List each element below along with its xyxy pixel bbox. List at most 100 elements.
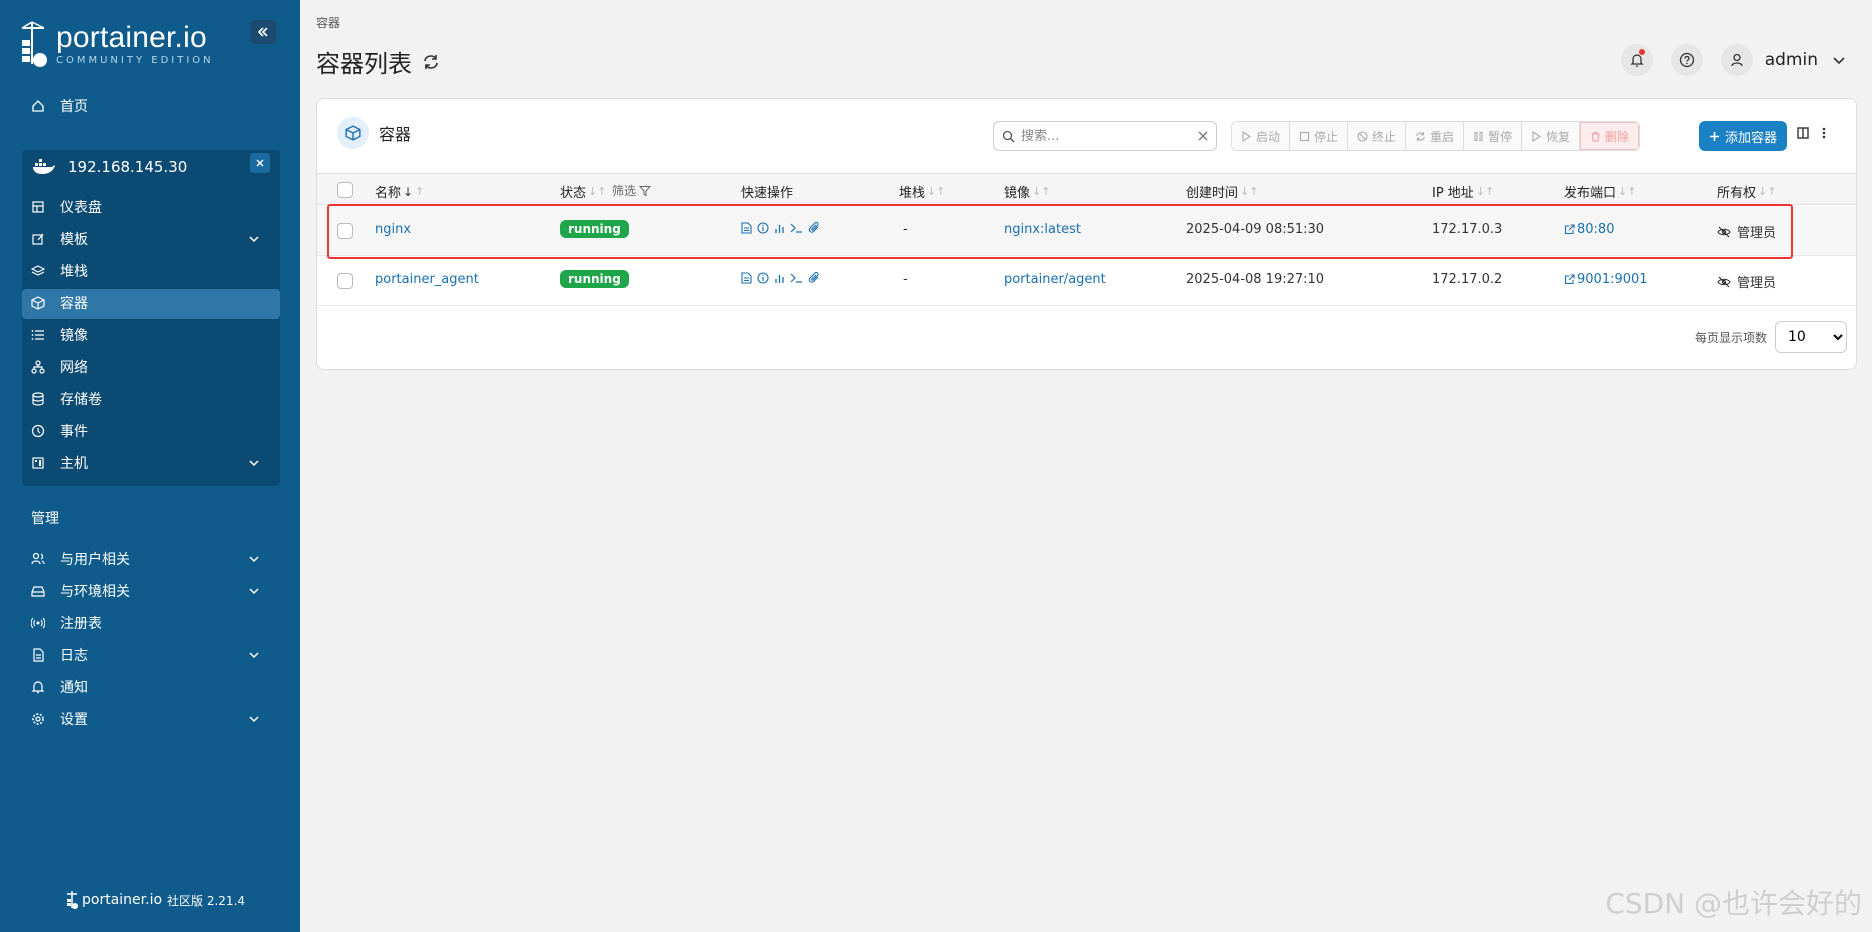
environment-header[interactable]: 192.168.145.30 [32,152,187,182]
docker-icon [32,158,56,176]
footer-version: 社区版 2.21.4 [167,893,246,908]
brand-name: portainer.io [56,20,207,54]
sidebar-item-home[interactable]: 首页 [30,92,88,120]
search-input[interactable] [1021,128,1198,144]
header-state[interactable]: 状态 ↓↑ [560,182,606,201]
sidebar-item-label: 通知 [60,680,88,696]
table-header: 名称 ↓ ↑ 状态 ↓↑ 筛选 快速操作 堆栈 ↓↑ 镜像 ↓↑ 创建时间 ↓↑ IP 地址… [317,173,1856,205]
portainer-logo[interactable]: portainer.io COMMUNITY EDITION [18,20,214,68]
sidebar-item-templates[interactable]: 模板 [30,225,259,253]
help-button[interactable] [1670,44,1703,76]
sidebar-footer: portainer.io 社区版 2.21.4 [66,890,245,910]
start-button[interactable]: 启动 [1232,122,1291,150]
sidebar-item-label: 设置 [60,712,88,728]
add-container-button[interactable]: 添加容器 [1699,121,1787,151]
sidebar-item-dashboard[interactable]: 仪表盘 [30,193,102,221]
sidebar-item-networks[interactable]: 网络 [30,353,88,381]
user-avatar[interactable] [1720,44,1753,76]
restart-button[interactable]: 重启 [1406,122,1465,150]
chevron-down-icon[interactable] [1832,53,1846,67]
sidebar-item-label: 容器 [60,296,88,312]
bell-icon [30,679,46,695]
kill-button[interactable]: 终止 [1348,122,1407,150]
sidebar-item-images[interactable]: 镜像 [30,321,88,349]
sidebar-item-notifications[interactable]: 通知 [30,673,88,701]
sidebar-item-users[interactable]: 与用户相关 [30,545,259,573]
image-link[interactable]: portainer/agent [1004,272,1106,287]
sidebar-item-label: 注册表 [60,616,102,632]
stop-button[interactable]: 停止 [1290,122,1349,150]
container-name-link[interactable]: portainer_agent [375,272,479,287]
notifications-button[interactable] [1620,44,1653,76]
sidebar-item-stacks[interactable]: 堆栈 [30,257,88,285]
console-icon[interactable] [790,272,803,284]
sidebar-item-label: 仪表盘 [60,200,102,216]
pagination: 每页显示项数 10 [1695,321,1848,353]
sidebar-item-volumes[interactable]: 存储卷 [30,385,102,413]
header-ownership[interactable]: 所有权 ↓↑ [1717,182,1776,201]
per-page-select[interactable]: 10 [1775,321,1848,353]
stop-icon [1299,131,1310,141]
info-icon[interactable] [757,272,769,284]
collapse-sidebar-button[interactable] [250,20,276,44]
more-options-icon[interactable] [1822,127,1826,139]
table-row: portainer_agent running - portainer/agen… [317,256,1856,306]
sidebar-item-environments[interactable]: 与环境相关 [30,577,259,605]
sidebar-item-containers[interactable]: 容器 [30,289,88,317]
users-icon [30,551,46,567]
pause-icon [1474,131,1483,141]
chevron-down-icon [248,585,260,597]
clock-icon [30,423,46,439]
chevron-down-icon [248,457,260,469]
refresh-icon[interactable] [422,53,440,71]
eye-off-icon [1717,276,1731,287]
breadcrumb[interactable]: 容器 [316,14,340,31]
select-all-checkbox[interactable] [337,182,353,198]
sidebar-item-logs[interactable]: 日志 [30,641,259,669]
attach-icon[interactable] [808,272,820,284]
chevron-down-icon [248,553,260,565]
sidebar-item-events[interactable]: 事件 [30,417,88,445]
help-icon [1679,52,1694,68]
refresh-icon [1416,131,1425,141]
sidebar-item-host[interactable]: 主机 [30,449,259,477]
state-filter[interactable]: 筛选 [612,182,652,199]
quick-actions [741,272,820,284]
sidebar-item-settings[interactable]: 设置 [30,705,259,733]
row-checkbox[interactable] [337,273,353,289]
home-icon [30,98,46,114]
sidebar-item-label: 存储卷 [60,392,102,408]
header-ip[interactable]: IP 地址 ↓↑ [1432,182,1494,201]
remove-button[interactable]: 删除 [1580,122,1640,150]
header-name[interactable]: 名称 ↓ ↑ [375,182,424,202]
port-link[interactable]: 9001:9001 [1564,272,1648,287]
header-image[interactable]: 镜像 ↓↑ [1004,182,1050,201]
drive-icon [30,583,46,599]
list-icon [30,327,46,343]
header-created[interactable]: 创建时间 ↓↑ [1186,182,1258,201]
file-icon [30,647,46,663]
page-title-text: 容器列表 [316,50,412,78]
sidebar-item-label: 镜像 [60,328,88,344]
header-quick-actions: 快速操作 [741,186,794,201]
close-environment-button[interactable] [250,153,270,173]
header-ports[interactable]: 发布端口 ↓↑ [1564,182,1636,201]
ip-value: 172.17.0.2 [1432,272,1503,287]
columns-icon[interactable] [1797,127,1809,139]
user-name[interactable]: admin [1765,50,1818,70]
plus-icon [1709,131,1719,141]
sidebar-item-label: 模板 [60,232,88,248]
footer-brand: portainer.io [82,892,163,908]
resume-button[interactable]: 恢复 [1522,122,1581,150]
edit-icon [30,231,46,247]
sidebar-item-registries[interactable]: 注册表 [30,609,102,637]
search-box[interactable] [993,121,1217,151]
sidebar-item-label: 堆栈 [60,264,88,280]
sidebar: portainer.io COMMUNITY EDITION 首页 192.16… [0,0,300,932]
stats-icon[interactable] [774,272,785,284]
logs-icon[interactable] [741,272,752,284]
sidebar-item-label: 网络 [60,360,88,376]
trash-icon [1591,131,1600,142]
header-stack[interactable]: 堆栈 ↓↑ [899,182,945,201]
pause-button[interactable]: 暂停 [1464,122,1523,150]
